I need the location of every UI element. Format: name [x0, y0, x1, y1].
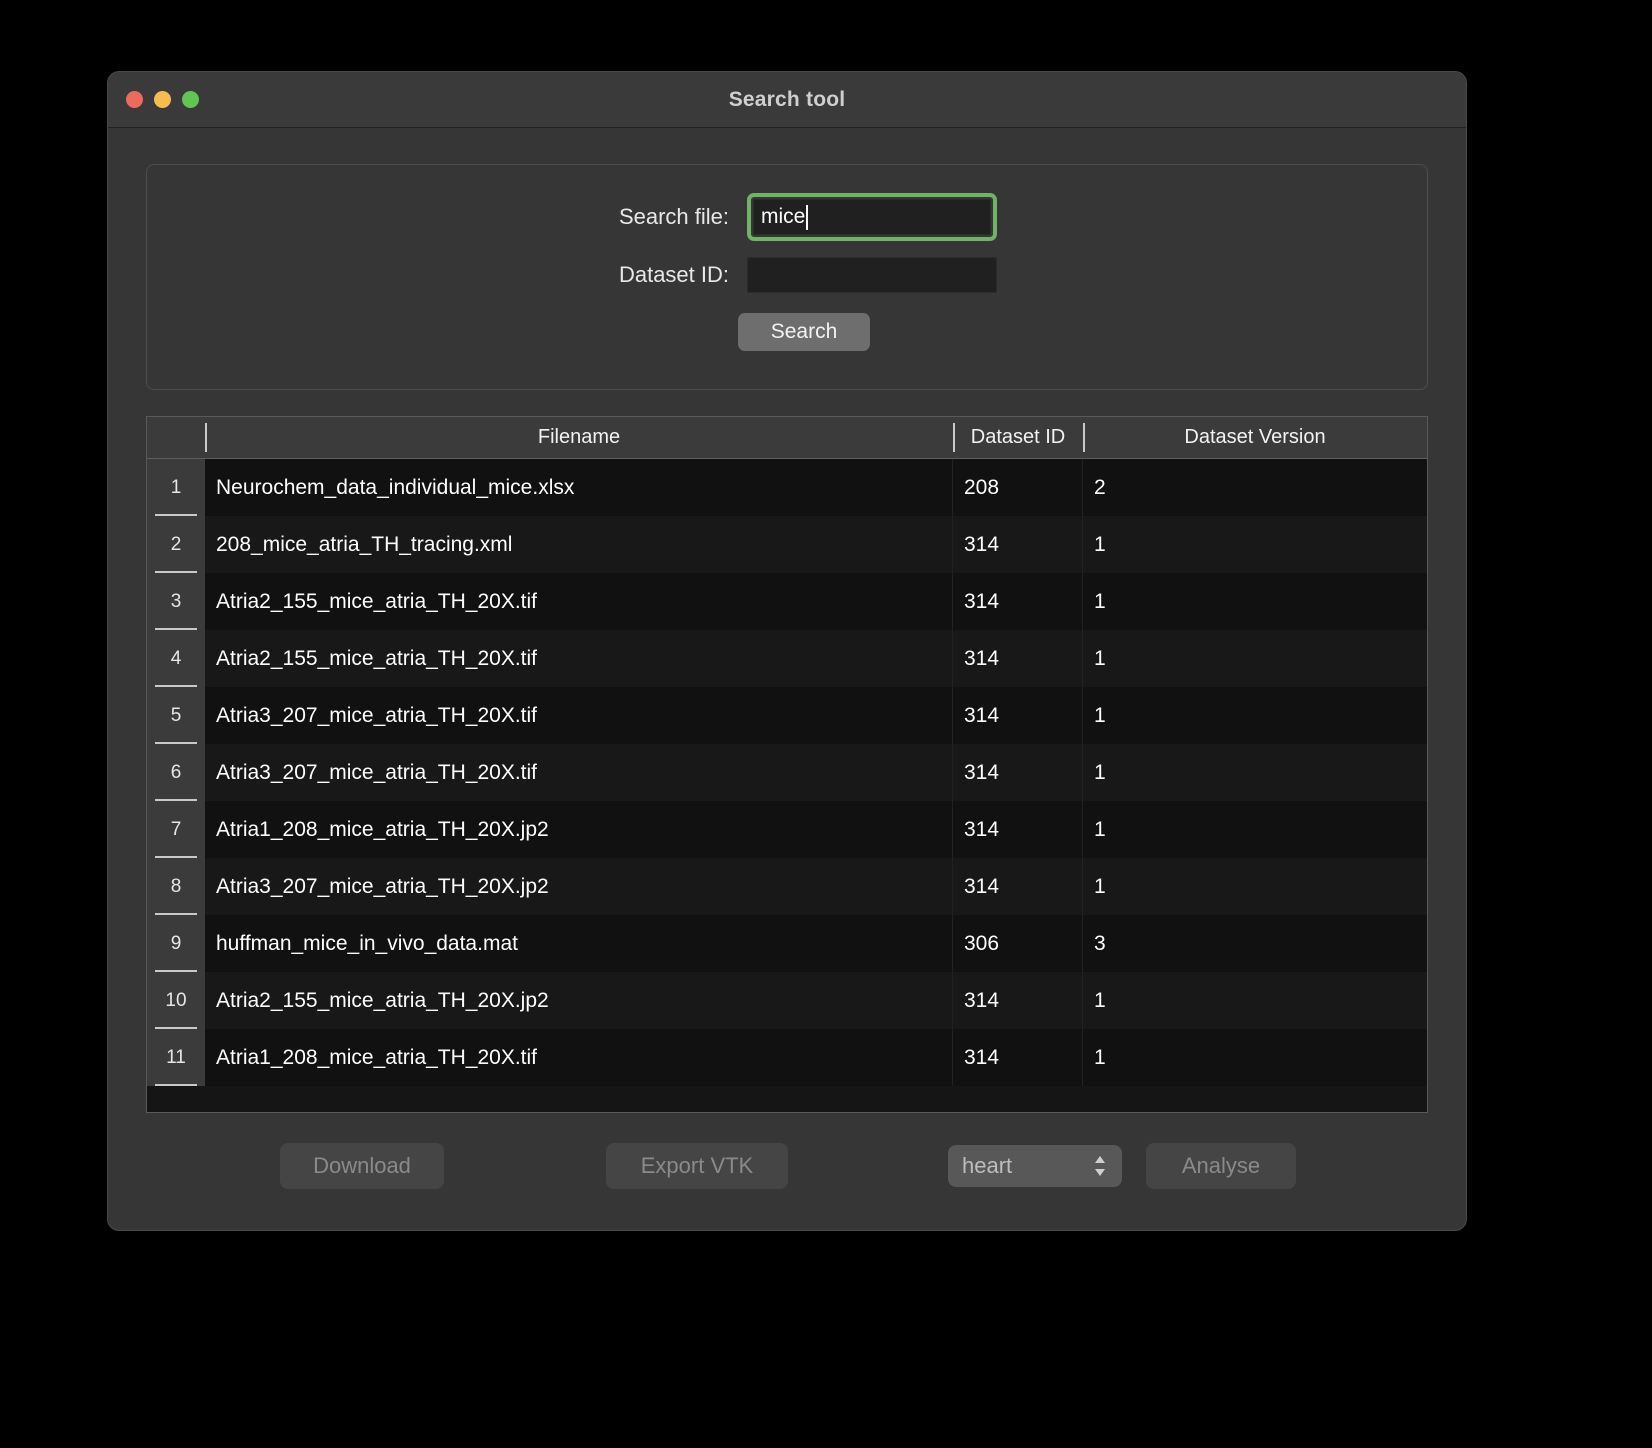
- table-body: 1 Neurochem_data_individual_mice.xlsx 208 2…: [147, 459, 1427, 1112]
- cell-dataset-version[interactable]: 1: [1083, 858, 1427, 915]
- table-header-filename[interactable]: Filename: [205, 417, 953, 458]
- cell-dataset-id[interactable]: 208: [953, 459, 1083, 516]
- window-traffic-lights: [126, 91, 199, 108]
- cell-dataset-id[interactable]: 314: [953, 516, 1083, 573]
- cell-filename[interactable]: 208_mice_atria_TH_tracing.xml: [205, 516, 953, 573]
- table-row[interactable]: 2 208_mice_atria_TH_tracing.xml 314 1: [147, 516, 1427, 573]
- cell-dataset-version[interactable]: 1: [1083, 516, 1427, 573]
- search-form: Search file: mice Dataset ID:: [147, 165, 1427, 293]
- dataset-id-row: Dataset ID:: [147, 257, 1427, 293]
- export-vtk-button[interactable]: Export VTK: [606, 1143, 788, 1189]
- table-row[interactable]: 8 Atria3_207_mice_atria_TH_20X.jp2 314 1: [147, 858, 1427, 915]
- table-header-dataset-id[interactable]: Dataset ID: [953, 417, 1083, 458]
- window-title: Search tool: [728, 87, 846, 111]
- zoom-icon[interactable]: [182, 91, 199, 108]
- cell-dataset-version[interactable]: 1: [1083, 744, 1427, 801]
- table-row[interactable]: 4 Atria2_155_mice_atria_TH_20X.tif 314 1: [147, 630, 1427, 687]
- cell-dataset-id[interactable]: 314: [953, 972, 1083, 1029]
- cell-filename[interactable]: Atria1_208_mice_atria_TH_20X.tif: [205, 1029, 953, 1086]
- row-number[interactable]: 11: [147, 1029, 205, 1086]
- cell-filename[interactable]: Atria3_207_mice_atria_TH_20X.jp2: [205, 858, 953, 915]
- cell-dataset-id[interactable]: 314: [953, 573, 1083, 630]
- search-file-label: Search file:: [618, 204, 729, 229]
- text-caret: [806, 204, 808, 230]
- row-number[interactable]: 3: [147, 573, 205, 630]
- cell-filename[interactable]: Neurochem_data_individual_mice.xlsx: [205, 459, 953, 516]
- minimize-icon[interactable]: [154, 91, 171, 108]
- search-file-row: Search file: mice: [147, 193, 1427, 241]
- search-panel: Search file: mice Dataset ID: Search: [146, 164, 1428, 390]
- organ-select[interactable]: heart: [948, 1145, 1122, 1187]
- row-number[interactable]: 4: [147, 630, 205, 687]
- cell-dataset-id[interactable]: 314: [953, 858, 1083, 915]
- search-input[interactable]: mice: [753, 199, 991, 235]
- cell-filename[interactable]: Atria1_208_mice_atria_TH_20X.jp2: [205, 801, 953, 858]
- search-button-row: Search: [147, 313, 1427, 351]
- organ-select-value: heart: [962, 1153, 1013, 1178]
- cell-dataset-id[interactable]: 314: [953, 687, 1083, 744]
- download-button[interactable]: Download: [280, 1143, 444, 1189]
- screen-root: Search tool Search file: mice Dataset ID…: [0, 0, 1652, 1448]
- table-header-gutter: [147, 417, 205, 458]
- cell-dataset-version[interactable]: 1: [1083, 687, 1427, 744]
- table-row[interactable]: 5 Atria3_207_mice_atria_TH_20X.tif 314 1: [147, 687, 1427, 744]
- cell-dataset-version[interactable]: 1: [1083, 1029, 1427, 1086]
- search-tool-window: Search tool Search file: mice Dataset ID…: [107, 71, 1467, 1231]
- cell-dataset-version[interactable]: 1: [1083, 573, 1427, 630]
- search-input-value: mice: [761, 205, 806, 228]
- cell-dataset-version[interactable]: 1: [1083, 630, 1427, 687]
- dataset-id-input[interactable]: [747, 257, 997, 293]
- chevron-updown-icon: [1092, 1153, 1108, 1179]
- close-icon[interactable]: [126, 91, 143, 108]
- cell-dataset-id[interactable]: 314: [953, 744, 1083, 801]
- cell-filename[interactable]: huffman_mice_in_vivo_data.mat: [205, 915, 953, 972]
- dataset-id-label: Dataset ID:: [618, 262, 729, 287]
- row-number[interactable]: 9: [147, 915, 205, 972]
- cell-filename[interactable]: Atria2_155_mice_atria_TH_20X.tif: [205, 630, 953, 687]
- footer-actions: Download Export VTK heart Analyse: [146, 1143, 1428, 1189]
- row-number[interactable]: 2: [147, 516, 205, 573]
- cell-dataset-version[interactable]: 3: [1083, 915, 1427, 972]
- table-header-dataset-version[interactable]: Dataset Version: [1083, 417, 1427, 458]
- cell-dataset-id[interactable]: 314: [953, 630, 1083, 687]
- cell-filename[interactable]: Atria2_155_mice_atria_TH_20X.tif: [205, 573, 953, 630]
- row-number[interactable]: 7: [147, 801, 205, 858]
- results-table[interactable]: Filename Dataset ID Dataset Version 1 Neu…: [146, 416, 1428, 1113]
- search-button[interactable]: Search: [738, 313, 870, 351]
- search-file-field-wrap: mice: [747, 193, 997, 241]
- cell-dataset-id[interactable]: 314: [953, 1029, 1083, 1086]
- cell-filename[interactable]: Atria3_207_mice_atria_TH_20X.tif: [205, 744, 953, 801]
- table-row[interactable]: 1 Neurochem_data_individual_mice.xlsx 208 2: [147, 459, 1427, 516]
- row-number[interactable]: 5: [147, 687, 205, 744]
- row-number[interactable]: 1: [147, 459, 205, 516]
- cell-filename[interactable]: Atria3_207_mice_atria_TH_20X.tif: [205, 687, 953, 744]
- analyse-button[interactable]: Analyse: [1146, 1143, 1296, 1189]
- table-header-row: Filename Dataset ID Dataset Version: [147, 417, 1427, 459]
- table-row[interactable]: 7 Atria1_208_mice_atria_TH_20X.jp2 314 1: [147, 801, 1427, 858]
- search-file-focus-ring: mice: [747, 193, 997, 241]
- table-row[interactable]: 9 huffman_mice_in_vivo_data.mat 306 3: [147, 915, 1427, 972]
- row-number[interactable]: 6: [147, 744, 205, 801]
- row-number[interactable]: 8: [147, 858, 205, 915]
- row-number[interactable]: 10: [147, 972, 205, 1029]
- table-row[interactable]: 3 Atria2_155_mice_atria_TH_20X.tif 314 1: [147, 573, 1427, 630]
- table-row[interactable]: 10 Atria2_155_mice_atria_TH_20X.jp2 314 1: [147, 972, 1427, 1029]
- cell-dataset-id[interactable]: 314: [953, 801, 1083, 858]
- table-row[interactable]: 11 Atria1_208_mice_atria_TH_20X.tif 314 1: [147, 1029, 1427, 1086]
- table-row[interactable]: 6 Atria3_207_mice_atria_TH_20X.tif 314 1: [147, 744, 1427, 801]
- cell-dataset-version[interactable]: 1: [1083, 972, 1427, 1029]
- cell-filename[interactable]: Atria2_155_mice_atria_TH_20X.jp2: [205, 972, 953, 1029]
- window-titlebar[interactable]: Search tool: [108, 72, 1466, 128]
- cell-dataset-version[interactable]: 2: [1083, 459, 1427, 516]
- cell-dataset-id[interactable]: 306: [953, 915, 1083, 972]
- window-body: Search file: mice Dataset ID: Search Fil…: [108, 128, 1466, 1230]
- cell-dataset-version[interactable]: 1: [1083, 801, 1427, 858]
- dataset-id-field-wrap: [747, 257, 997, 293]
